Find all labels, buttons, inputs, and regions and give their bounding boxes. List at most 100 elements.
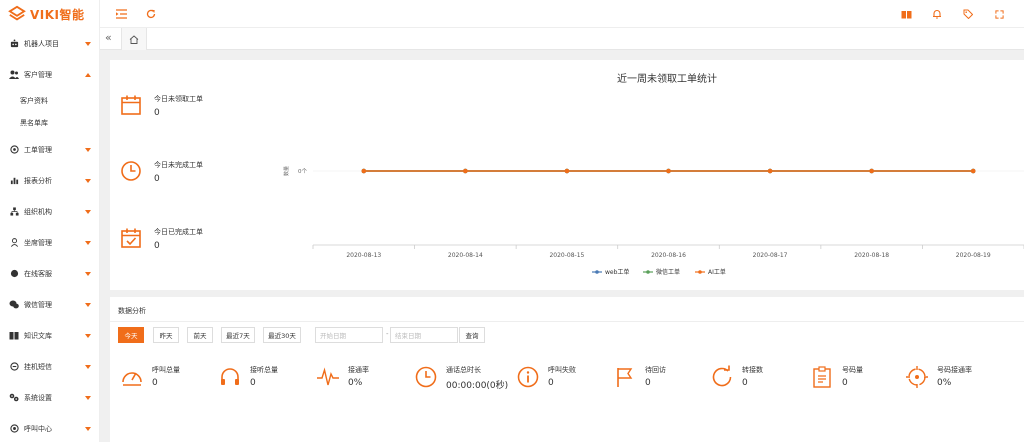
sidebar-item-label: 机器人项目 (24, 39, 59, 48)
filter-yesterday-button[interactable]: 昨天 (153, 327, 179, 343)
end-date-input[interactable]: 结束日期 (390, 327, 458, 343)
sidebar-item-label: 呼叫中心 (24, 424, 52, 433)
info-icon (517, 366, 539, 388)
logo-mark-icon (8, 5, 26, 21)
sidebar-item-hangup-sms[interactable]: 挂机短信 (0, 351, 99, 382)
metric-value: 00:00:00(0秒) (446, 381, 509, 391)
data-point (666, 168, 671, 174)
metric-call-failed: 呼叫失败 0 (516, 365, 576, 389)
users-icon (9, 70, 19, 80)
logo[interactable]: VIKI智能 (0, 0, 99, 28)
double-chevron-left-icon[interactable]: « (105, 31, 112, 44)
filter-day-before-button[interactable]: 前天 (187, 327, 213, 343)
workorder-overview-panel: 今日未领取工单 0 今日未完成工单 0 今日已完成工单 0 近一周未领取工单统计… (110, 60, 1024, 290)
metric-value: 0 (742, 378, 748, 388)
refresh-icon[interactable] (145, 8, 157, 20)
sidebar-item-label: 报表分析 (24, 176, 52, 185)
filter-last7-button[interactable]: 最近7天 (221, 327, 255, 343)
fullscreen-icon[interactable] (993, 8, 1005, 20)
sidebar: VIKI智能 机器人项目 客户管理 客户资料 黑名单库 工单管理 报表分析 组织… (0, 0, 100, 442)
y-axis-label: 数量 (283, 166, 290, 176)
logo-text: VIKI智能 (30, 7, 85, 22)
chevron-down-icon (85, 271, 91, 276)
data-point (869, 168, 874, 174)
metric-total-calls: 呼叫总量 0 (120, 365, 180, 389)
sidebar-subitem-blacklist[interactable]: 黑名单库 (0, 112, 99, 134)
x-tick-label: 2020-08-14 (448, 252, 483, 259)
sidebar-item-wechat[interactable]: 微信管理 (0, 289, 99, 320)
book-icon[interactable] (900, 8, 912, 20)
metric-title: 呼叫失败 (548, 366, 576, 374)
sidebar-item-agent-management[interactable]: 坐席管理 (0, 227, 99, 258)
divider (110, 321, 1024, 322)
home-icon (129, 34, 139, 44)
headset-icon (221, 368, 239, 385)
start-date-input[interactable]: 开始日期 (315, 327, 383, 343)
sidebar-item-call-center[interactable]: 呼叫中心 (0, 413, 99, 442)
chevron-down-icon (85, 147, 91, 152)
sidebar-item-knowledge-base[interactable]: 知识文库 (0, 320, 99, 351)
sidebar-item-label: 工单管理 (24, 145, 52, 154)
legend-label: web工单 (605, 268, 629, 276)
legend-swatch-dot (595, 270, 599, 274)
legend-label: 微信工单 (656, 268, 680, 276)
redo-icon (712, 365, 732, 387)
chevron-down-icon (85, 333, 91, 338)
data-point (970, 168, 976, 174)
x-tick-label: 2020-08-13 (346, 252, 381, 259)
x-tick-label: 2020-08-18 (854, 252, 889, 259)
robot-icon (9, 39, 19, 49)
tag-icon[interactable] (962, 8, 974, 20)
metric-value: 0 (645, 378, 651, 388)
metric-number-connect-rate: 号码接通率 0% (905, 365, 972, 389)
legend-label: AI工单 (708, 268, 726, 276)
crosshair-icon (906, 366, 928, 388)
legend-swatch-dot (698, 270, 702, 274)
sidebar-item-organization[interactable]: 组织机构 (0, 196, 99, 227)
sidebar-item-label: 坐席管理 (24, 238, 52, 247)
metric-title: 转接数 (742, 366, 763, 374)
query-button[interactable]: 查询 (459, 327, 485, 343)
sidebar-item-ticket-management[interactable]: 工单管理 (0, 134, 99, 165)
metric-title: 号码接通率 (937, 366, 972, 374)
sidebar-item-label: 挂机短信 (24, 362, 52, 371)
y-tick-label: 0个 (298, 168, 307, 175)
metric-title: 接听总量 (250, 366, 278, 374)
sidebar-item-robot-projects[interactable]: 机器人项目 (0, 28, 99, 59)
phone-icon (9, 424, 19, 434)
sidebar-item-label: 知识文库 (24, 331, 52, 340)
metric-title: 号码量 (842, 366, 863, 374)
clock-icon (415, 366, 437, 388)
settings-icon (9, 393, 19, 403)
menu-fold-icon[interactable] (115, 8, 127, 20)
chat-icon (9, 269, 19, 279)
chevron-down-icon (85, 426, 91, 431)
pulse-icon (317, 367, 339, 386)
data-point (361, 168, 367, 174)
metric-value: 0 (250, 378, 256, 388)
x-tick-label: 2020-08-16 (651, 252, 686, 259)
sidebar-item-online-service[interactable]: 在线客服 (0, 258, 99, 289)
metric-title: 呼叫总量 (152, 366, 180, 374)
metric-value: 0 (842, 378, 848, 388)
data-analysis-panel: 数据分析 今天 昨天 前天 最近7天 最近30天 开始日期 - 结束日期 查询 … (110, 297, 1024, 442)
data-point (564, 168, 570, 174)
metric-title: 通话总时长 (446, 366, 481, 374)
chevron-down-icon (85, 41, 91, 46)
metric-value: 0% (937, 378, 952, 388)
x-tick-label: 2020-08-19 (956, 252, 991, 259)
book-icon (9, 331, 19, 341)
sidebar-item-reports[interactable]: 报表分析 (0, 165, 99, 196)
sms-icon (9, 362, 19, 372)
sidebar-item-system-settings[interactable]: 系统设置 (0, 382, 99, 413)
chevron-down-icon (85, 395, 91, 400)
ticket-icon (9, 145, 19, 155)
tab-home[interactable] (121, 28, 147, 50)
wechat-icon (9, 300, 19, 310)
bell-icon[interactable] (931, 8, 943, 20)
filter-last30-button[interactable]: 最近30天 (263, 327, 301, 343)
sidebar-subitem-customer-profile[interactable]: 客户资料 (0, 90, 99, 112)
sidebar-item-customer-management[interactable]: 客户管理 (0, 59, 99, 90)
line-chart: 数量 0个 2020-08-13 2020-08-14 2020-08-15 2020-0… (283, 166, 1024, 276)
filter-today-button[interactable]: 今天 (118, 327, 144, 343)
